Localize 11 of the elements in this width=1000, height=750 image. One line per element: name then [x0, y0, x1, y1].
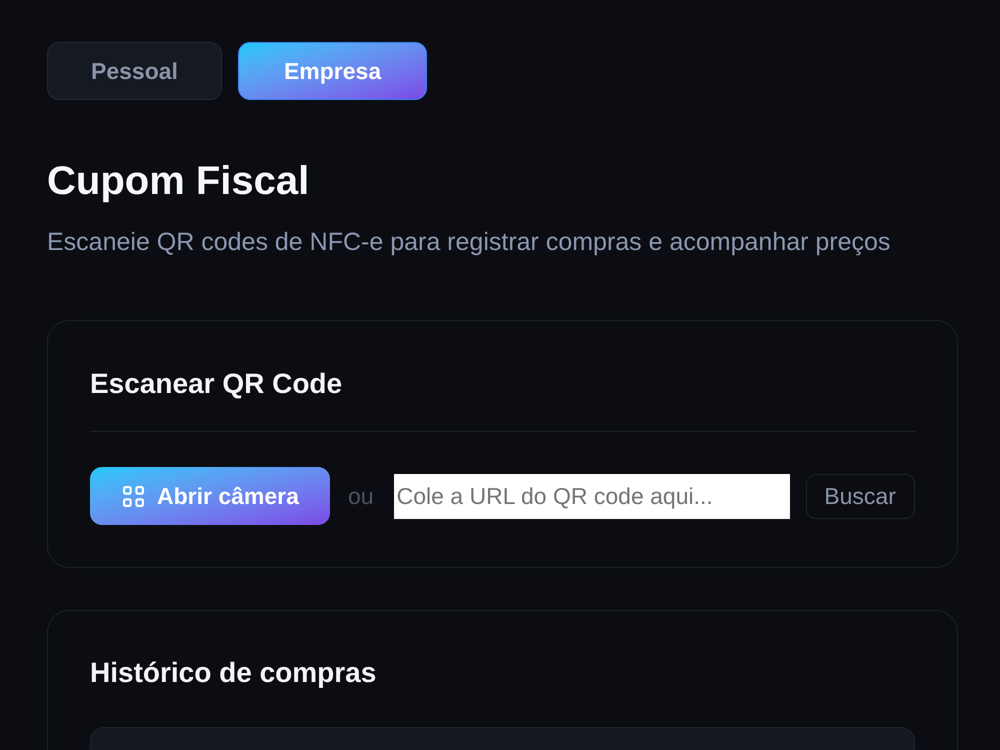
page-subtitle: Escaneie QR codes de NFC-e para registrar compras e acompanhar preços [47, 227, 890, 258]
or-separator: ou [348, 482, 374, 511]
card-title: Escanear QR Code [90, 367, 342, 401]
search-button[interactable]: Buscar [806, 474, 915, 518]
tab[interactable]: Pessoal [47, 42, 222, 100]
url-input-field[interactable]: Cole a URL do QR code aqui... [394, 474, 790, 518]
open-camera-button[interactable]: Abrir câmera [90, 467, 330, 525]
tab[interactable]: Empresa [238, 42, 428, 100]
page-title: Cupom Fiscal [47, 158, 310, 205]
scan-grid-icon [123, 486, 144, 506]
card-title: Histórico de compras [90, 656, 376, 690]
